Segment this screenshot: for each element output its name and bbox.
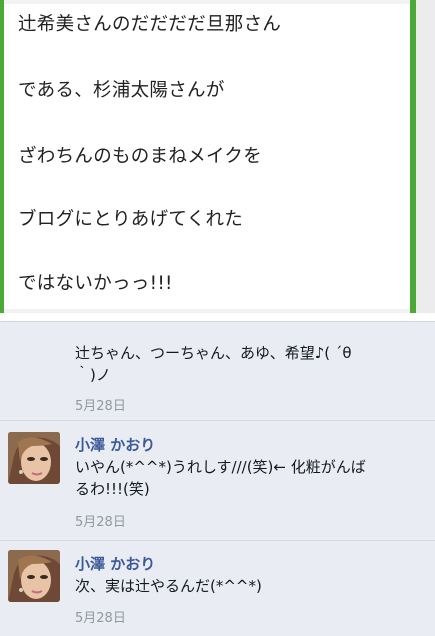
comment-separator <box>0 420 435 421</box>
blog-excerpt-panel: 辻希美さんのだだだだ旦那さん である、杉浦太陽さんが ざわちんのものまねメイクを… <box>0 0 435 313</box>
avatar-photo-icon <box>8 432 60 484</box>
blog-line-2: である、杉浦太陽さんが <box>18 80 225 101</box>
comment-3-date[interactable]: 5月28日 <box>75 607 126 626</box>
comment-1-date[interactable]: 5月28日 <box>75 395 126 414</box>
comment-2-author-name[interactable]: 小澤 かおり <box>75 434 155 455</box>
comment-2-text-line-1: いやん(*^^*)うれしす///(笑)← 化粧がんば <box>75 458 366 476</box>
avatar-photo-icon <box>8 550 60 602</box>
blog-line-1: 辻希美さんのだだだだ旦那さん <box>18 14 282 35</box>
comment-1-text-line-2: ｀)ノ <box>75 366 111 384</box>
blog-line-3: ざわちんのものまねメイクを <box>18 146 263 167</box>
comment-3-text-line-1: 次、実は辻やるんだ(*^^*) <box>75 577 262 595</box>
comment-2-date[interactable]: 5月28日 <box>75 511 126 530</box>
comment-3-author-name[interactable]: 小澤 かおり <box>75 553 155 574</box>
avatar[interactable] <box>8 432 60 484</box>
comment-2-text-line-2: るわ!!!(笑) <box>75 480 150 498</box>
comment-list: 辻ちゃん、つーちゃん、あゆ、希望♪( ´θ ｀)ノ 5月28日 小澤 かおり い… <box>0 321 435 636</box>
comment-separator <box>0 540 435 541</box>
comment-1-text-line-1: 辻ちゃん、つーちゃん、あゆ、希望♪( ´θ <box>75 344 352 362</box>
blog-line-5: ではないかっっ!!! <box>18 273 173 294</box>
blog-line-4: ブログにとりあげてくれた <box>18 209 244 230</box>
blog-edge <box>416 0 435 313</box>
avatar[interactable] <box>8 550 60 602</box>
section-divider <box>0 313 435 321</box>
